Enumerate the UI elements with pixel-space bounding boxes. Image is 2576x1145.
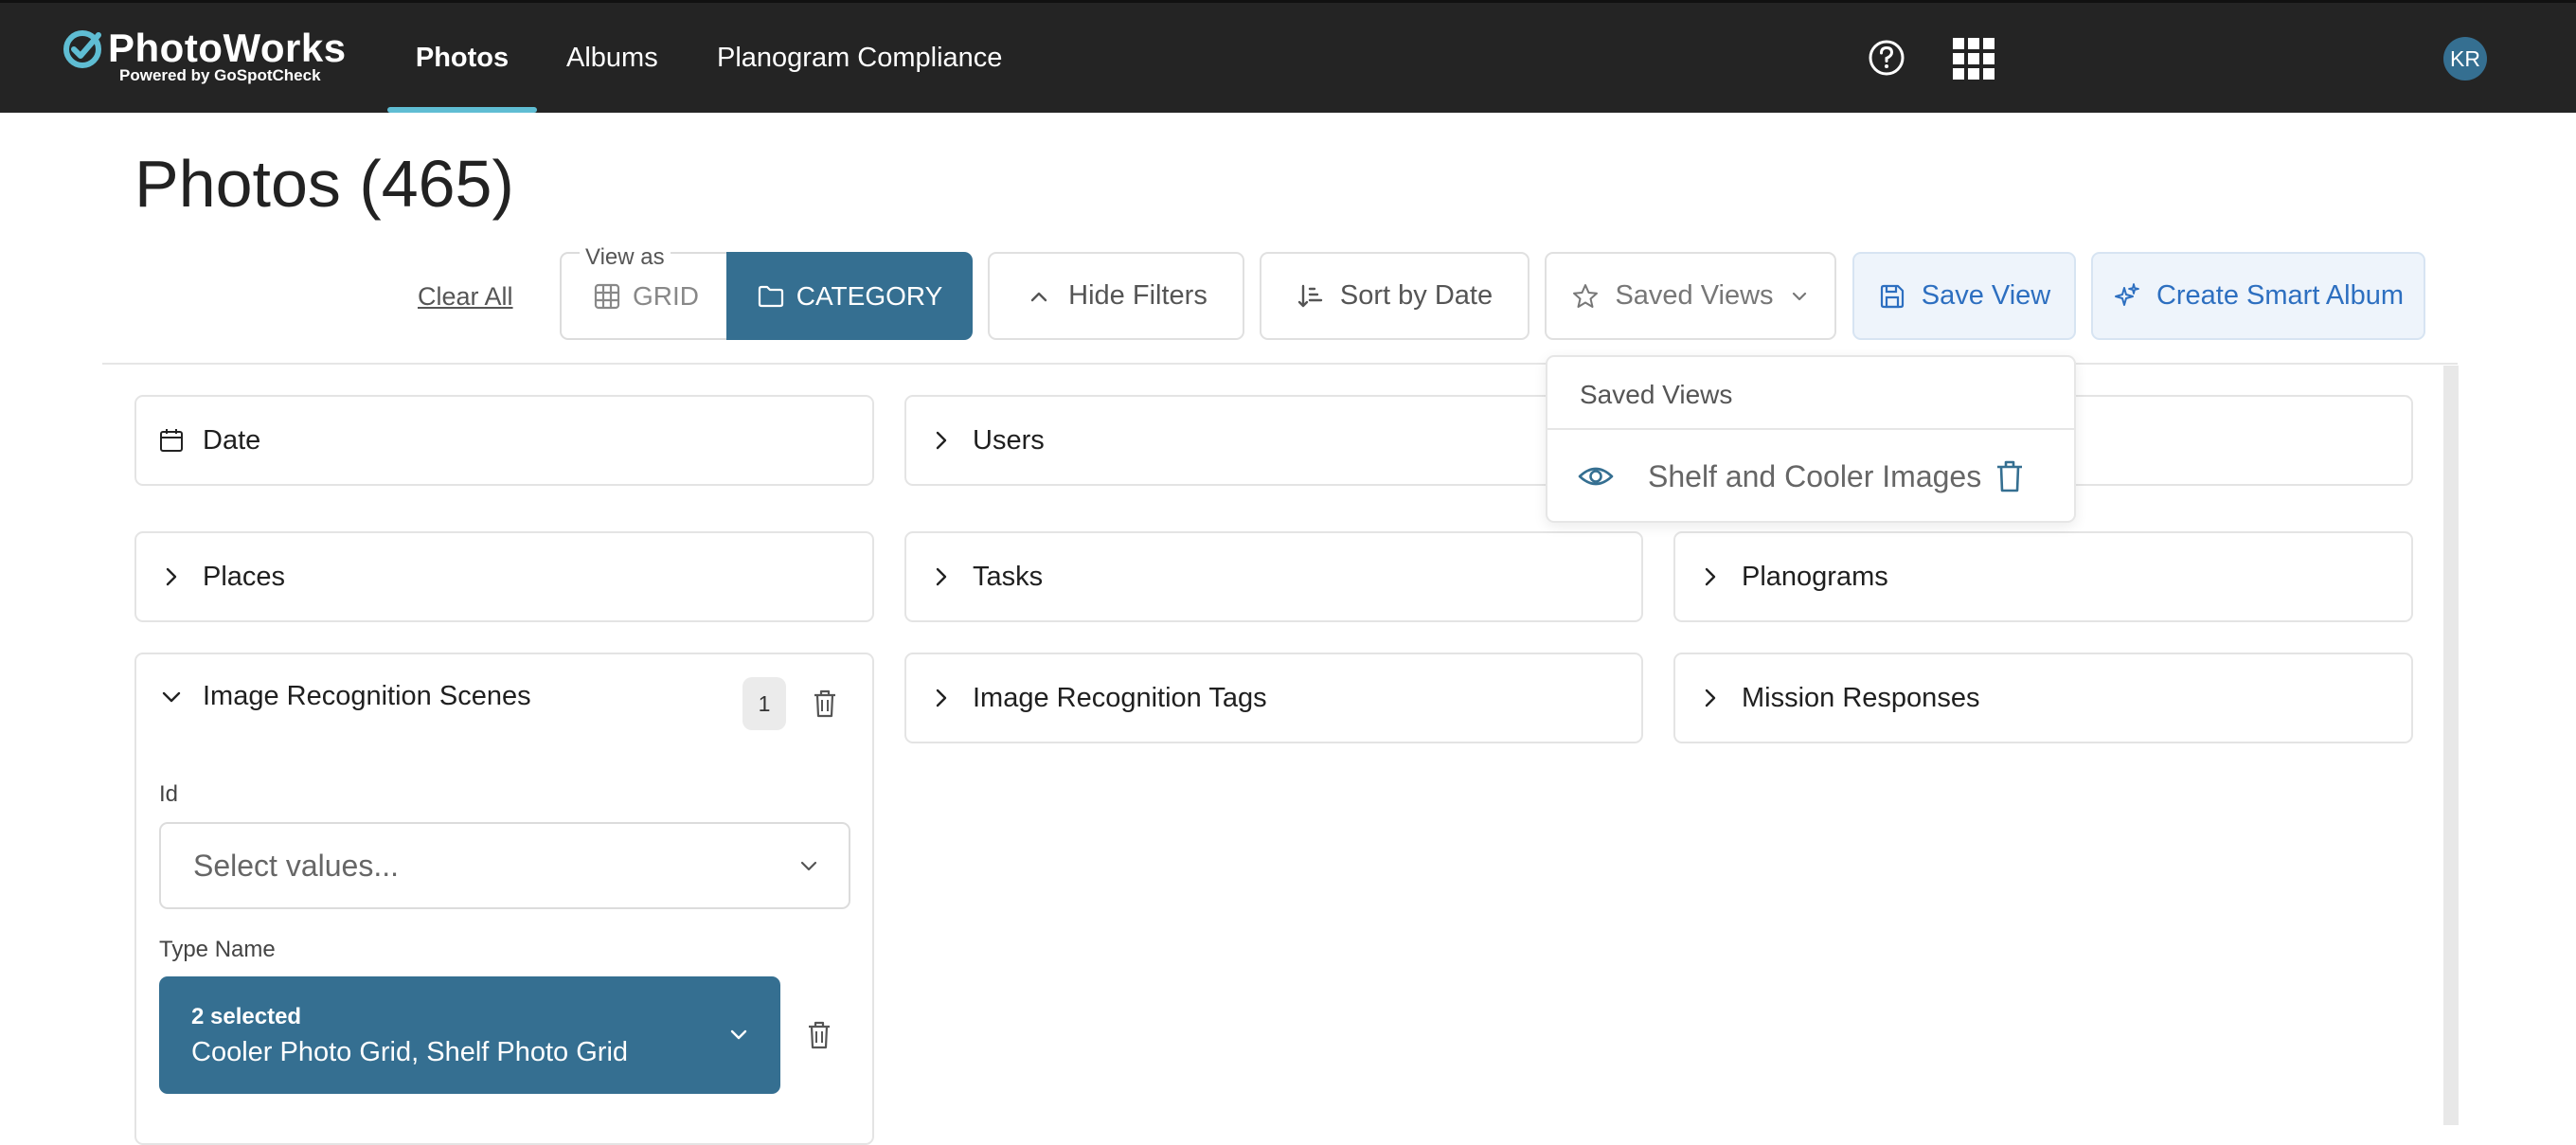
checkmark-logo-icon bbox=[63, 30, 101, 68]
save-view-button[interactable]: Save View bbox=[1852, 252, 2076, 340]
grid-label: GRID bbox=[633, 280, 699, 311]
filter-users-label: Users bbox=[973, 424, 1045, 456]
saved-view-item[interactable]: Shelf and Cooler Images bbox=[1547, 431, 2074, 523]
eye-icon[interactable] bbox=[1578, 461, 1614, 492]
irs-label: Image Recognition Scenes bbox=[203, 681, 531, 711]
filter-planograms[interactable]: Planograms bbox=[1673, 531, 2413, 622]
saved-views-dropdown: Saved Views Shelf and Cooler Images bbox=[1546, 355, 2076, 523]
chevron-up-icon bbox=[1030, 292, 1047, 301]
trash-icon[interactable] bbox=[1995, 459, 2025, 493]
irs-count-badge: 1 bbox=[742, 677, 786, 730]
create-smart-album-label: Create Smart Album bbox=[2156, 280, 2405, 311]
chevron-right-icon bbox=[166, 567, 177, 586]
chevron-down-icon bbox=[162, 691, 181, 702]
filter-image-recognition-scenes: Image Recognition Scenes 1 Id Select val… bbox=[134, 653, 874, 1145]
category-label: CATEGORY bbox=[796, 280, 943, 311]
filter-tasks[interactable]: Tasks bbox=[904, 531, 1643, 622]
save-view-label: Save View bbox=[1921, 280, 2051, 311]
chevron-right-icon bbox=[1705, 567, 1716, 586]
help-circle-icon[interactable] bbox=[1868, 39, 1905, 77]
filter-image-recognition-tags[interactable]: Image Recognition Tags bbox=[904, 653, 1643, 743]
folder-icon bbox=[758, 285, 783, 307]
save-disk-icon bbox=[1880, 284, 1904, 308]
scrollbar[interactable] bbox=[2443, 366, 2459, 1125]
clear-all-link[interactable]: Clear All bbox=[418, 282, 513, 312]
filter-planograms-label: Planograms bbox=[1742, 561, 1888, 592]
nav-albums[interactable]: Albums bbox=[566, 3, 658, 113]
nav-active-indicator bbox=[387, 107, 537, 113]
photoworks-logo[interactable]: PhotoWorks Powered by GoSpotCheck bbox=[63, 27, 347, 84]
table-grid-icon bbox=[594, 283, 620, 309]
filter-tasks-label: Tasks bbox=[973, 561, 1044, 592]
logo-name: PhotoWorks bbox=[108, 26, 347, 70]
saved-view-label: Shelf and Cooler Images bbox=[1648, 459, 1982, 493]
filter-date[interactable]: Date bbox=[134, 395, 874, 486]
create-smart-album-button[interactable]: Create Smart Album bbox=[2091, 252, 2425, 340]
chevron-down-icon bbox=[730, 1029, 747, 1040]
id-select-placeholder: Select values... bbox=[193, 848, 399, 883]
chevron-right-icon bbox=[936, 567, 947, 586]
id-select[interactable]: Select values... bbox=[159, 822, 850, 909]
chevron-right-icon bbox=[1705, 689, 1716, 707]
hide-filters-button[interactable]: Hide Filters bbox=[988, 252, 1244, 340]
filter-places[interactable]: Places bbox=[134, 531, 874, 622]
dropdown-title: Saved Views bbox=[1580, 380, 1733, 409]
filter-date-label: Date bbox=[203, 424, 261, 456]
filter-mission-responses[interactable]: Mission Responses bbox=[1673, 653, 2413, 743]
id-field-label: Id bbox=[159, 781, 179, 807]
trash-icon[interactable] bbox=[811, 689, 839, 719]
sparkles-icon bbox=[2114, 282, 2139, 306]
hide-filters-label: Hide Filters bbox=[1068, 280, 1208, 311]
sort-by-date-label: Sort by Date bbox=[1339, 280, 1494, 311]
filter-places-label: Places bbox=[203, 561, 286, 592]
view-category-button[interactable]: CATEGORY bbox=[726, 252, 973, 340]
filter-irt-label: Image Recognition Tags bbox=[973, 682, 1267, 713]
dropdown-separator bbox=[1547, 428, 2074, 430]
sort-by-date-button[interactable]: Sort by Date bbox=[1260, 252, 1530, 340]
nav-planogram-compliance[interactable]: Planogram Compliance bbox=[717, 3, 1002, 113]
view-as-label: View as bbox=[580, 244, 671, 271]
calendar-icon bbox=[160, 429, 183, 452]
top-navigation-bar: PhotoWorks Powered by GoSpotCheck Photos… bbox=[0, 0, 2576, 113]
user-avatar[interactable]: KR bbox=[2443, 37, 2487, 81]
grid-apps-icon[interactable] bbox=[1953, 38, 1995, 80]
type-name-selected-values: Cooler Photo Grid, Shelf Photo Grid bbox=[191, 1037, 629, 1067]
filter-users[interactable]: Users bbox=[904, 395, 1643, 486]
toolbar-divider bbox=[102, 363, 2458, 365]
filter-mission-responses-label: Mission Responses bbox=[1742, 682, 1980, 713]
type-name-select[interactable]: 2 selected Cooler Photo Grid, Shelf Phot… bbox=[159, 976, 780, 1094]
logo-subtitle: Powered by GoSpotCheck bbox=[119, 66, 321, 84]
type-name-selected-count: 2 selected bbox=[191, 1004, 302, 1029]
page-title: Photos (465) bbox=[134, 147, 514, 221]
star-icon bbox=[1573, 283, 1599, 308]
irs-header[interactable]: Image Recognition Scenes bbox=[159, 681, 531, 712]
trash-icon[interactable] bbox=[805, 1020, 833, 1050]
chevron-down-icon bbox=[1792, 292, 1806, 300]
nav-photos[interactable]: Photos bbox=[387, 3, 537, 113]
chevron-down-icon bbox=[800, 861, 817, 871]
chevron-right-icon bbox=[936, 689, 947, 707]
type-name-field-label: Type Name bbox=[159, 937, 276, 962]
saved-views-label: Saved Views bbox=[1615, 280, 1774, 311]
sort-descending-icon bbox=[1297, 284, 1323, 307]
saved-views-button[interactable]: Saved Views bbox=[1545, 252, 1836, 340]
chevron-right-icon bbox=[936, 431, 947, 450]
